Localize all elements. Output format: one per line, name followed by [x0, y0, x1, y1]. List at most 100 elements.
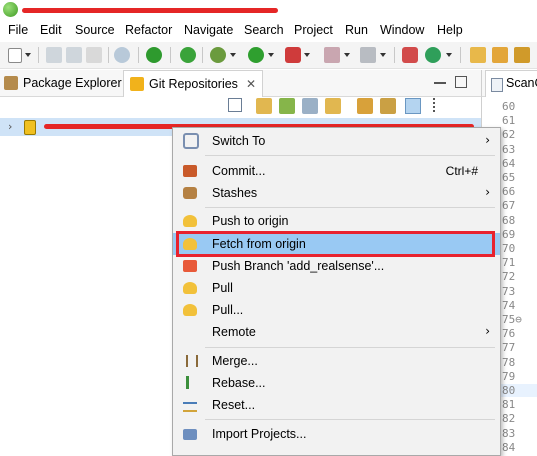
line-number: 77: [502, 341, 516, 355]
menu-item-merge[interactable]: Merge...: [173, 350, 500, 372]
editor-tab[interactable]: ScanC: [485, 70, 537, 97]
save-all-icon[interactable]: [66, 47, 82, 63]
menu-item-remote[interactable]: Remote ›: [173, 321, 500, 343]
submenu-arrow-icon: ›: [485, 133, 490, 147]
marker-icon[interactable]: [514, 47, 530, 63]
refresh-icon[interactable]: [357, 98, 373, 114]
menu-refactor[interactable]: Refactor: [125, 23, 172, 37]
main-toolbar: [0, 42, 537, 69]
open-task-icon[interactable]: [492, 47, 508, 63]
rebase-icon: [186, 376, 197, 389]
toggle-view-icon[interactable]: [405, 98, 421, 114]
menu-run[interactable]: Run: [345, 23, 368, 37]
eclipse-app-icon: [3, 2, 18, 17]
run-dropdown-icon[interactable]: [268, 53, 274, 57]
menu-search[interactable]: Search: [244, 23, 284, 37]
menu-item-commit[interactable]: Commit... Ctrl+#: [173, 160, 500, 182]
new-repository-icon[interactable]: [325, 98, 341, 114]
menu-navigate[interactable]: Navigate: [184, 23, 233, 37]
spring-boot-icon[interactable]: [146, 47, 162, 63]
menu-item-label: Pull...: [212, 303, 244, 317]
add-repository-icon[interactable]: [256, 98, 272, 114]
debug-launch-icon[interactable]: [402, 47, 418, 63]
run-icon[interactable]: [248, 47, 264, 63]
menu-separator: [205, 347, 495, 348]
line-number: 64: [502, 156, 516, 170]
menu-bar: File Edit Source Refactor Navigate Searc…: [0, 20, 537, 42]
toolbar-separator: [170, 47, 171, 63]
line-number: 73: [502, 284, 516, 298]
menu-edit[interactable]: Edit: [40, 23, 62, 37]
menu-item-stashes[interactable]: Stashes ›: [173, 182, 500, 204]
view-menu-icon[interactable]: [433, 98, 439, 112]
print-icon[interactable]: [86, 47, 102, 63]
commit-shortcut: Ctrl+#: [445, 164, 478, 178]
close-tab-icon[interactable]: ✕: [246, 77, 256, 91]
clone-repository-icon[interactable]: [279, 98, 295, 114]
menu-item-rebase[interactable]: Rebase...: [173, 372, 500, 394]
tab-git-repositories[interactable]: Git Repositories ✕: [123, 70, 263, 97]
collapse-all-icon[interactable]: [228, 98, 242, 112]
repository-icon: [24, 120, 36, 135]
new-class-icon[interactable]: [425, 47, 441, 63]
line-number: 82: [502, 412, 516, 426]
minimize-view-icon[interactable]: [434, 76, 446, 84]
line-number: 84: [502, 440, 516, 454]
menu-item-reset[interactable]: Reset...: [173, 394, 500, 416]
tab-label: Package Explorer: [23, 76, 122, 90]
debug-icon[interactable]: [210, 47, 226, 63]
deploy-icon[interactable]: [360, 47, 376, 63]
context-menu: Switch To › Commit... Ctrl+# Stashes › P…: [172, 127, 501, 456]
menu-item-push-branch[interactable]: Push Branch 'add_realsense'...: [173, 255, 500, 277]
expand-arrow-icon[interactable]: ›: [8, 120, 12, 133]
maximize-view-icon[interactable]: [455, 76, 467, 88]
menu-item-label: Push Branch 'add_realsense'...: [212, 259, 385, 273]
menu-item-pull-dialog[interactable]: Pull...: [173, 299, 500, 321]
deploy-dropdown-icon[interactable]: [380, 53, 386, 57]
line-number: 75⊖: [502, 313, 522, 326]
create-repository-icon[interactable]: [302, 98, 318, 114]
refresh-server-icon[interactable]: [180, 47, 196, 63]
external-tools-dropdown-icon[interactable]: [304, 53, 310, 57]
search-tool-icon[interactable]: [114, 47, 130, 63]
package-explorer-icon: [4, 76, 18, 90]
line-number: 61: [502, 114, 516, 128]
menu-window[interactable]: Window: [380, 23, 424, 37]
submenu-arrow-icon: ›: [485, 324, 490, 338]
menu-item-label: Push to origin: [212, 214, 289, 228]
merge-icon: [186, 355, 198, 367]
line-number: 83: [502, 426, 516, 440]
pull-icon: [183, 282, 197, 294]
stop-icon[interactable]: [324, 47, 340, 63]
line-number: 81: [502, 398, 516, 412]
toolbar-separator: [138, 47, 139, 63]
menu-separator: [205, 419, 495, 420]
line-number: 60: [502, 100, 516, 113]
menu-file[interactable]: File: [8, 23, 28, 37]
tab-package-explorer[interactable]: Package Explorer: [4, 70, 122, 96]
title-bar: [0, 0, 537, 20]
reset-icon: [183, 402, 197, 412]
menu-item-push-to-origin[interactable]: Push to origin: [173, 210, 500, 232]
menu-item-label: Switch To: [212, 134, 266, 148]
menu-help[interactable]: Help: [437, 23, 463, 37]
open-type-icon[interactable]: [470, 47, 486, 63]
menu-source[interactable]: Source: [75, 23, 115, 37]
stop-dropdown-icon[interactable]: [344, 53, 350, 57]
push-branch-icon: [183, 260, 197, 272]
menu-separator: [205, 207, 495, 208]
toolbar-separator: [38, 47, 39, 63]
debug-dropdown-icon[interactable]: [230, 53, 236, 57]
line-number: 76: [502, 327, 516, 341]
menu-item-pull[interactable]: Pull: [173, 277, 500, 299]
menu-item-switch-to[interactable]: Switch To ›: [173, 130, 500, 152]
menu-project[interactable]: Project: [294, 23, 333, 37]
new-class-dropdown-icon[interactable]: [446, 53, 452, 57]
link-with-selection-icon[interactable]: [380, 98, 396, 114]
new-dropdown-icon[interactable]: [25, 53, 31, 57]
external-tools-icon[interactable]: [285, 47, 301, 63]
line-number: 72: [502, 270, 516, 284]
menu-item-import-projects[interactable]: Import Projects...: [173, 423, 500, 445]
new-icon[interactable]: [8, 48, 22, 63]
save-icon[interactable]: [46, 47, 62, 63]
